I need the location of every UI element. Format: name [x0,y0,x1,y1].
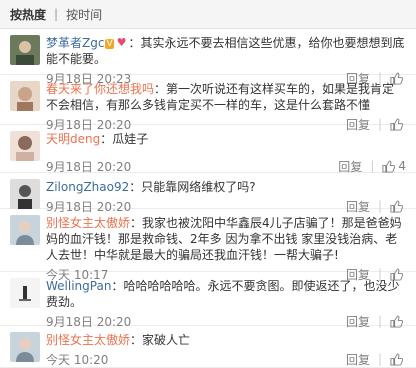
comment-username[interactable]: 天明deng [46,132,100,146]
heart-icon: ♥ [116,36,127,49]
comment-list: 梦革者Zgc V ♥ ：其实永远不要去相信这些优惠，给你也要想想到底能不能要。 9月1… [0,29,416,368]
comment-item: 春天来了你还想我吗：第一次听说还有这样买车的，如果是我肯定不会相信，有那么多钱肯… [0,75,416,132]
avatar[interactable] [10,35,40,65]
comment-time: 今天 10:20 [46,352,109,367]
comment-username[interactable]: 别怪女主太傲娇 [46,216,130,230]
sort-bar: 按热度 | 按时间 [0,0,416,29]
like-count: 4 [398,159,406,173]
sort-separator: | [54,7,59,21]
comment-item: 别怪女主太傲娇：家破人亡 今天 10:20 回复 | [0,326,416,368]
thumb-up-icon [390,352,403,366]
comment-text: 别怪女主太傲娇：家破人亡 [46,332,406,348]
comment-item: ZilongZhao92：只能靠网络维权了吗? 9月18日 20:20 回复 | [0,173,416,214]
comment-text: 别怪女主太傲娇：我家也被沈阳中华鑫辰4儿子店骗了！那是爸爸妈妈的血汗钱！那是救命… [46,215,406,263]
comment-actions: 回复 | 4 [338,158,406,175]
avatar[interactable] [10,215,40,245]
avatar[interactable] [10,332,40,362]
comment-text: ZilongZhao92：只能靠网络维权了吗? [46,179,406,195]
avatar[interactable] [10,81,40,111]
comment-username[interactable]: ZilongZhao92 [46,180,129,194]
comment-item: WellingPan：哈哈哈哈哈哈。永远不要贪图。即使返还了，也没少费劲。 9月… [0,272,416,329]
comment-item: 天明deng：瓜娃子 9月18日 20:20 回复 | 4 [0,125,416,175]
comment-meta: 今天 10:20 回复 | [46,350,406,368]
avatar[interactable] [10,131,40,161]
sort-by-hot-tab[interactable]: 按热度 [10,6,46,23]
avatar[interactable] [10,278,40,308]
comment-text: 梦革者Zgc V ♥ ：其实永远不要去相信这些优惠，给你也要想想到底能不能要。 [46,35,406,67]
comment-text: 天明deng：瓜娃子 [46,131,406,147]
comment-content: ：只能靠网络维权了吗? [129,180,256,194]
comment-username[interactable]: 别怪女主太傲娇 [46,333,130,347]
comment-username[interactable]: 梦革者Zgc [46,36,104,50]
avatar[interactable] [10,179,40,209]
like-button[interactable] [390,352,406,366]
sort-by-time-tab[interactable]: 按时间 [66,6,102,23]
like-button[interactable]: 4 [382,159,406,173]
action-divider: | [377,352,382,366]
comment-username[interactable]: WellingPan [46,279,111,293]
comment-actions: 回复 | [346,351,406,368]
reply-button[interactable]: 回复 [338,158,362,175]
action-divider: | [370,159,375,173]
comment-username[interactable]: 春天来了你还想我吗 [46,82,154,96]
comment-content: ：家破人亡 [130,333,191,347]
comment-item: 梦革者Zgc V ♥ ：其实永远不要去相信这些优惠，给你也要想想到底能不能要。 9月1… [0,29,416,86]
vip-v-icon: V [105,39,114,49]
thumb-up-icon [382,159,396,173]
comment-text: 春天来了你还想我吗：第一次听说还有这样买车的，如果是我肯定不会相信，有那么多钱肯… [46,81,406,113]
reply-button[interactable]: 回复 [346,351,370,368]
comment-time: 9月18日 20:20 [46,159,132,174]
comment-text: WellingPan：哈哈哈哈哈哈。永远不要贪图。即使返还了，也没少费劲。 [46,278,406,310]
comment-item: 别怪女主太傲娇：我家也被沈阳中华鑫辰4儿子店骗了！那是爸爸妈妈的血汗钱！那是救命… [0,209,416,282]
comment-content: ：瓜娃子 [100,132,149,146]
